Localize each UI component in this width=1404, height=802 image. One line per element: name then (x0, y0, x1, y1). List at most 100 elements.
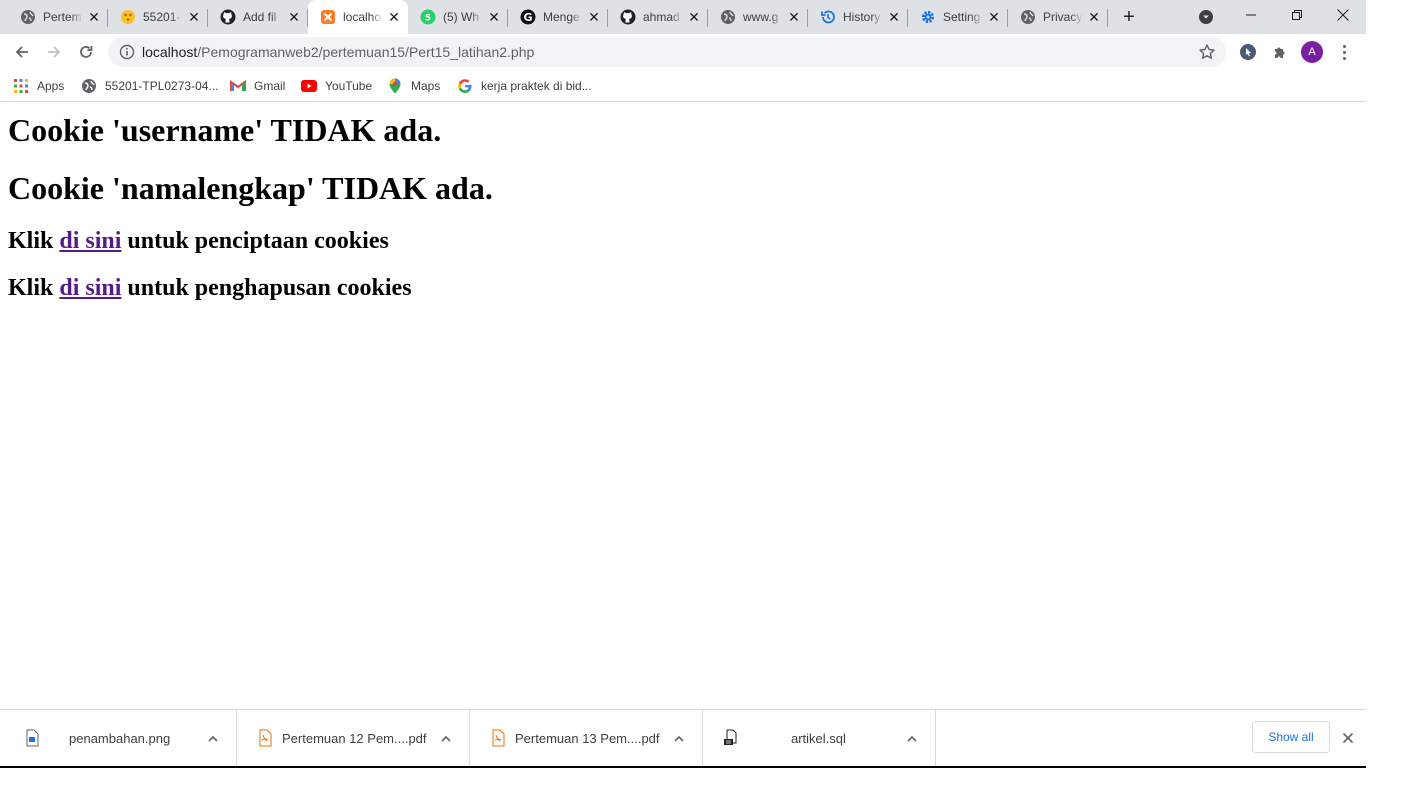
close-icon[interactable]: ✕ (1086, 9, 1102, 25)
tab-github-add-file[interactable]: Add fil ✕ (208, 0, 308, 34)
svg-text:5: 5 (425, 14, 431, 24)
tab-settings[interactable]: Setting ✕ (908, 0, 1008, 34)
extension-cursor-icon[interactable] (1238, 42, 1258, 62)
chevron-up-icon[interactable] (672, 732, 686, 746)
download-shelf: penambahan.png Pertemuan 12 Pem....pdf P… (0, 709, 1366, 768)
create-cookies-line: Klik di sini untuk penciptaan cookies (8, 227, 389, 255)
close-icon[interactable]: ✕ (286, 9, 302, 25)
tab-search-icon[interactable] (1198, 9, 1214, 25)
minimize-icon[interactable] (1228, 0, 1274, 30)
line-suffix: untuk penghapusan cookies (127, 275, 412, 301)
close-icon[interactable]: ✕ (86, 9, 102, 25)
tab-separator (1107, 9, 1108, 27)
close-icon[interactable] (1340, 730, 1356, 746)
tab-whatsapp[interactable]: 5 (5) Wh ✕ (408, 0, 508, 34)
apps-grid-icon (13, 78, 29, 94)
info-icon[interactable] (119, 44, 135, 60)
close-icon[interactable]: ✕ (686, 9, 702, 25)
tab-pertemuan[interactable]: Pertem ✕ (8, 0, 108, 34)
whatsapp-icon: 5 (420, 9, 436, 25)
tab-localhost-active[interactable]: localho ✕ (308, 0, 408, 34)
toolbar: localhost/Pemogramanweb2/pertemuan15/Per… (0, 34, 1366, 70)
profile-avatar[interactable]: A (1301, 41, 1323, 63)
download-filename: Pertemuan 13 Pem....pdf (515, 731, 660, 746)
bookmark-label: Gmail (254, 79, 286, 93)
restore-icon[interactable] (1274, 0, 1320, 30)
tab-history[interactable]: History ✕ (808, 0, 908, 34)
globe-icon (1020, 9, 1036, 25)
pdf-file-icon (490, 729, 506, 747)
tab-www[interactable]: www.g ✕ (708, 0, 808, 34)
tab-title: Pertem (43, 10, 82, 24)
pdf-file-icon (257, 729, 273, 747)
bookmark-label: 55201-TPL0273-04... (105, 79, 219, 93)
close-icon[interactable]: ✕ (886, 9, 902, 25)
close-icon[interactable]: ✕ (386, 9, 402, 25)
bookmark-55201[interactable]: 55201-TPL0273-04... (81, 76, 218, 96)
tab-privacy[interactable]: Privacy ✕ (1008, 0, 1108, 34)
chevron-up-icon[interactable] (206, 732, 220, 746)
url-text[interactable]: localhost/Pemogramanweb2/pertemuan15/Per… (142, 44, 534, 60)
g-letter-icon: G (520, 9, 536, 25)
tab-moodle[interactable]: 55201- ✕ (108, 0, 208, 34)
download-item[interactable]: Pertemuan 12 Pem....pdf (237, 710, 470, 766)
window-close-icon[interactable] (1320, 0, 1366, 30)
close-icon[interactable]: ✕ (986, 9, 1002, 25)
bookmark-label: Maps (411, 79, 441, 93)
back-arrow-icon[interactable] (10, 40, 34, 64)
bookmark-maps[interactable]: Maps (387, 76, 440, 96)
tab-title: Setting (943, 10, 981, 24)
chevron-up-icon[interactable] (905, 732, 919, 746)
tab-github-ahmad[interactable]: ahmad ✕ (608, 0, 708, 34)
bookmark-star-icon[interactable] (1198, 43, 1216, 61)
close-icon[interactable]: ✕ (186, 9, 202, 25)
download-item[interactable]: artikel.sql (703, 710, 936, 766)
tab-title: History (843, 10, 881, 24)
delete-cookies-line: Klik di sini untuk penghapusan cookies (8, 274, 412, 302)
sql-file-icon (723, 729, 739, 747)
download-item[interactable]: Pertemuan 13 Pem....pdf (470, 710, 703, 766)
bookmark-gmail[interactable]: Gmail (230, 76, 285, 96)
close-icon[interactable]: ✕ (486, 9, 502, 25)
url-host: localhost (142, 44, 198, 60)
tab-strip: Pertem ✕ 55201- ✕ Add fil ✕ localho ✕ 5 … (0, 0, 1366, 34)
history-icon (820, 9, 836, 25)
extensions-puzzle-icon[interactable] (1270, 42, 1290, 62)
forward-arrow-icon[interactable] (42, 40, 66, 64)
close-icon[interactable]: ✕ (786, 9, 802, 25)
tab-title: localho (343, 10, 382, 24)
gear-icon (920, 9, 936, 25)
bookmarks-bar: Apps 55201-TPL0273-04... Gmail YouTube M… (0, 70, 1366, 102)
heading-username-cookie: Cookie 'username' TIDAK ada. (8, 112, 442, 148)
globe-icon (20, 9, 36, 25)
reload-icon[interactable] (74, 40, 98, 64)
close-icon[interactable]: ✕ (586, 9, 602, 25)
page-content: Cookie 'username' TIDAK ada. Cookie 'nam… (0, 103, 1366, 709)
line-prefix: Klik (8, 228, 54, 254)
tab-title: (5) Wh (443, 10, 479, 24)
google-icon (457, 78, 473, 94)
gmail-icon (230, 78, 246, 94)
bookmark-apps[interactable]: Apps (13, 76, 64, 96)
bookmark-kerja-praktek[interactable]: kerja praktek di bid... (457, 76, 592, 96)
globe-icon (720, 9, 736, 25)
delete-cookies-link[interactable]: di sini (59, 275, 121, 301)
bookmark-label: YouTube (325, 79, 373, 93)
show-all-button[interactable]: Show all (1252, 721, 1330, 753)
image-file-icon (24, 729, 40, 747)
new-tab-plus-icon[interactable]: + (1119, 7, 1139, 27)
create-cookies-link[interactable]: di sini (59, 228, 121, 254)
chevron-up-icon[interactable] (439, 732, 453, 746)
svg-text:G: G (523, 11, 532, 24)
bookmark-label: Apps (37, 79, 65, 93)
bookmark-youtube[interactable]: YouTube (301, 76, 372, 96)
download-filename: penambahan.png (69, 731, 171, 746)
download-filename: artikel.sql (791, 731, 846, 746)
globe-icon (81, 78, 97, 94)
tab-menge[interactable]: G Menge ✕ (508, 0, 608, 34)
more-vert-icon[interactable] (1336, 42, 1352, 62)
address-bar[interactable]: localhost/Pemogramanweb2/pertemuan15/Per… (108, 37, 1226, 67)
download-item[interactable]: penambahan.png (4, 710, 237, 766)
tab-title: Add fil (243, 10, 277, 24)
tab-title: Menge (543, 10, 580, 24)
